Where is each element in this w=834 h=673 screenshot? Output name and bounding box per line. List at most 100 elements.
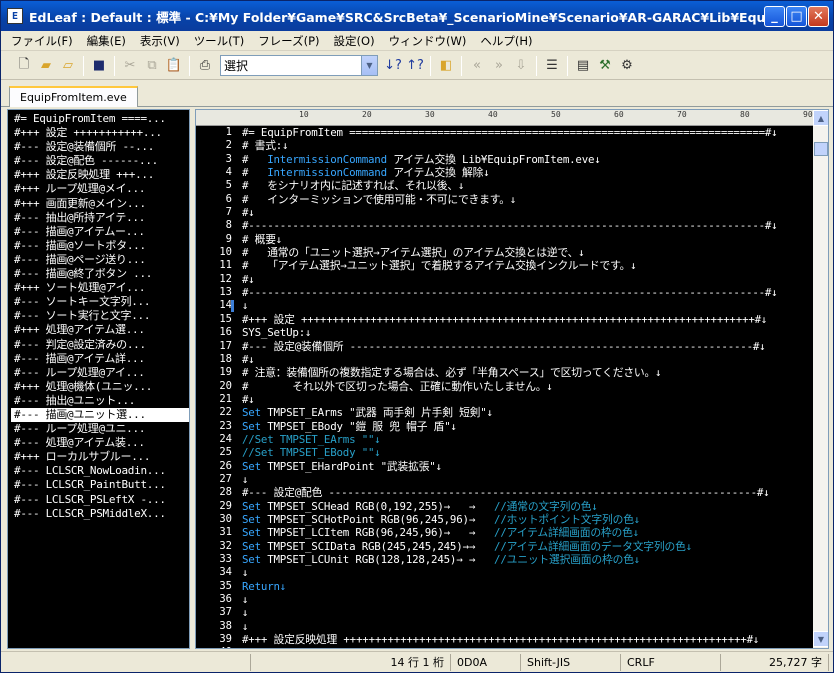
code-line[interactable]: #= EquipFromItem =======================… [242,126,812,139]
scroll-down-icon[interactable]: ▼ [813,631,828,647]
code-line[interactable]: ↓ [242,620,812,633]
code-line[interactable]: ↓ [242,473,812,486]
menu-view[interactable]: 表示(V) [133,33,187,49]
code-line[interactable]: Set TMPSET_EHardPoint "武装拡張"↓ [242,460,812,473]
outline-icon[interactable]: ☰ [541,55,563,77]
outline-item[interactable]: #--- 抽出@所持アイテ... [14,211,189,225]
code-line[interactable]: #+++ 設定 ++++++++++++++++++++++++++++++++… [242,313,812,326]
outline-item[interactable]: #+++ 設定 +++++++++++... [14,126,189,140]
minimize-button[interactable]: _ [764,6,785,27]
outline-item[interactable]: #+++ 画面更新@メイン... [14,197,189,211]
open-recent-icon[interactable]: ▱ [57,55,79,77]
outline-item[interactable]: #--- LCLSCR_PSMiddleX... [14,507,189,521]
code-line[interactable]: # それ以外で区切った場合、正確に動作いたしません。↓ [242,380,812,393]
outline-item[interactable]: #--- ループ処理@ユニ... [14,422,189,436]
outline-item[interactable]: #--- 設定@配色 ------... [14,154,189,168]
app-icon[interactable]: E [7,8,23,24]
outline-item[interactable]: #--- LCLSCR_PSLeftX -... [14,493,189,507]
code-line[interactable]: #---------------------------------------… [242,219,812,232]
close-button[interactable]: ✕ [808,6,829,27]
code-line[interactable]: ↓ [242,606,812,619]
outline-item[interactable]: #--- LCLSCR_PaintButt... [14,478,189,492]
code-line[interactable]: # IntermissionCommand アイテム交換 Lib¥EquipFr… [242,153,812,166]
code-line[interactable]: # 書式:↓ [242,139,812,152]
menu-help[interactable]: ヘルプ(H) [473,33,539,49]
properties-icon[interactable]: ▤ [572,55,594,77]
outline-item[interactable]: #--- 判定@設定済みの... [14,338,189,352]
chevron-down-icon[interactable]: ▼ [361,56,377,75]
scroll-up-icon[interactable]: ▲ [813,110,828,126]
code-line[interactable]: # IntermissionCommand アイテム交換 解除↓ [242,166,812,179]
outline-item[interactable]: #--- 抽出@ユニット... [14,394,189,408]
editor-pane[interactable]: 10 20 30 40 50 60 70 80 90 1 2 3 4 5 6 7 8 9 10 11 12 13 14 15… [195,109,829,649]
forward-icon[interactable]: » [488,55,510,77]
menu-settings[interactable]: 設定(O) [327,33,382,49]
code-line[interactable]: Set TMPSET_SCHead RGB(0,192,255)→ → //通常… [242,500,812,513]
scrollbar-thumb[interactable] [814,142,828,156]
outline-item[interactable]: #--- 描画@ソートボタ... [14,239,189,253]
outline-item[interactable]: #--- ソート実行と文字... [14,309,189,323]
code-line[interactable]: #---------------------------------------… [242,286,812,299]
code-line[interactable]: //Set TMPSET_EBody ""↓ [242,446,812,459]
find-prev-icon[interactable]: ↑? [404,55,426,77]
code-line[interactable]: #↓ [242,353,812,366]
code-line[interactable]: #↓ [242,273,812,286]
outline-item[interactable]: #+++ 設定反映処理 +++... [14,168,189,182]
open-folder-icon[interactable]: ▰ [35,55,57,77]
code-line[interactable]: Set TMPSET_SCIData RGB(245,245,245)→→ //… [242,540,812,553]
code-line[interactable]: Set TMPSET_LCItem RGB(96,245,96)→ → //アイ… [242,526,812,539]
outline-item[interactable]: #--- 描画@アイテム詳... [14,352,189,366]
menu-edit[interactable]: 編集(E) [80,33,133,49]
code-line[interactable]: Set TMPSET_LCUnit RGB(128,128,245)→ → //… [242,553,812,566]
code-line[interactable]: # 注意：装備個所の複数指定する場合は、必ず「半角スペース」で区切ってください。… [242,366,812,379]
outline-item[interactable]: #--- 描画@ユニット選... [11,407,189,423]
code-line[interactable]: #+++ 設定反映処理 ++++++++++++++++++++++++++++… [242,633,812,646]
outline-item[interactable]: #--- ソートキー文字列... [14,295,189,309]
outline-item[interactable]: #--- 処理@アイテム装... [14,436,189,450]
outline-item[interactable]: #--- 描画@終了ボタン ... [14,267,189,281]
code-line[interactable]: # 通常の「ユニット選択→アイテム選択」のアイテム交換とは逆で、↓ [242,246,812,259]
new-file-icon[interactable]: 🗋 [13,55,35,77]
outline-item[interactable]: #--- ループ処理@アイ... [14,366,189,380]
outline-item[interactable]: #--- 描画@アイテムー... [14,225,189,239]
back-icon[interactable]: « [466,55,488,77]
mode-select[interactable]: 選択 ▼ [220,55,378,76]
outline-item[interactable]: #--- 設定@装備個所 --... [14,140,189,154]
tab-equipfromitem[interactable]: EquipFromItem.eve [9,86,138,107]
save-icon[interactable]: ■ [88,55,110,77]
find-next-icon[interactable]: ↓? [382,55,404,77]
settings-icon[interactable]: ⚙ [616,55,638,77]
code-line[interactable]: # 「アイテム選択→ユニット選択」で着脱するアイテム交換インクルードです。↓ [242,259,812,272]
outline-item[interactable]: #--- LCLSCR_NowLoadin... [14,464,189,478]
code-line[interactable]: Set TMPSET_EBody "鎧 服 兜 帽子 盾"↓ [242,420,812,433]
outline-item[interactable]: #--- 描画@ページ送り... [14,253,189,267]
outline-item[interactable]: #+++ 処理@アイテム選... [14,323,189,337]
menu-file[interactable]: ファイル(F) [4,33,80,49]
code-line[interactable]: ↓ [242,646,812,648]
outline-item[interactable]: #+++ ループ処理@メイ... [14,182,189,196]
menu-window[interactable]: ウィンドウ(W) [382,33,474,49]
code-line[interactable]: # インターミッションで使用可能・不可にできます。↓ [242,193,812,206]
outline-item[interactable]: #+++ 処理@機体(ユニッ... [14,380,189,394]
code-line[interactable]: Set TMPSET_EArms "武器 両手剣 片手剣 短剣"↓ [242,406,812,419]
menu-phrase[interactable]: フレーズ(P) [251,33,326,49]
code-line[interactable]: ↓ [242,299,812,312]
bookmark-icon[interactable]: ◧ [435,55,457,77]
code-line[interactable]: # をシナリオ内に記述すれば、それ以後、↓ [242,179,812,192]
code-line[interactable]: ↓ [242,593,812,606]
title-bar[interactable]: E EdLeaf : Default : 標準 - C:¥My Folder¥G… [1,1,833,31]
menu-tools[interactable]: ツール(T) [187,33,252,49]
code-area[interactable]: #= EquipFromItem =======================… [242,126,812,648]
tools-icon[interactable]: ⚒ [594,55,616,77]
vertical-scrollbar[interactable]: ▲ ▼ [813,110,828,648]
code-line[interactable]: #↓ [242,393,812,406]
code-line[interactable]: #--- 設定@装備個所 ---------------------------… [242,340,812,353]
outline-panel[interactable]: #= EquipFromItem ====... #+++ 設定 ++++++++… [7,109,190,649]
print-icon[interactable]: ⎙ [194,55,216,77]
copy-icon[interactable]: ⧉ [141,55,163,77]
code-line[interactable]: Return↓ [242,580,812,593]
code-line[interactable]: #--- 設定@配色 -----------------------------… [242,486,812,499]
code-line[interactable]: #↓ [242,206,812,219]
cut-icon[interactable]: ✂ [119,55,141,77]
outline-item[interactable]: #+++ ソート処理@アイ... [14,281,189,295]
